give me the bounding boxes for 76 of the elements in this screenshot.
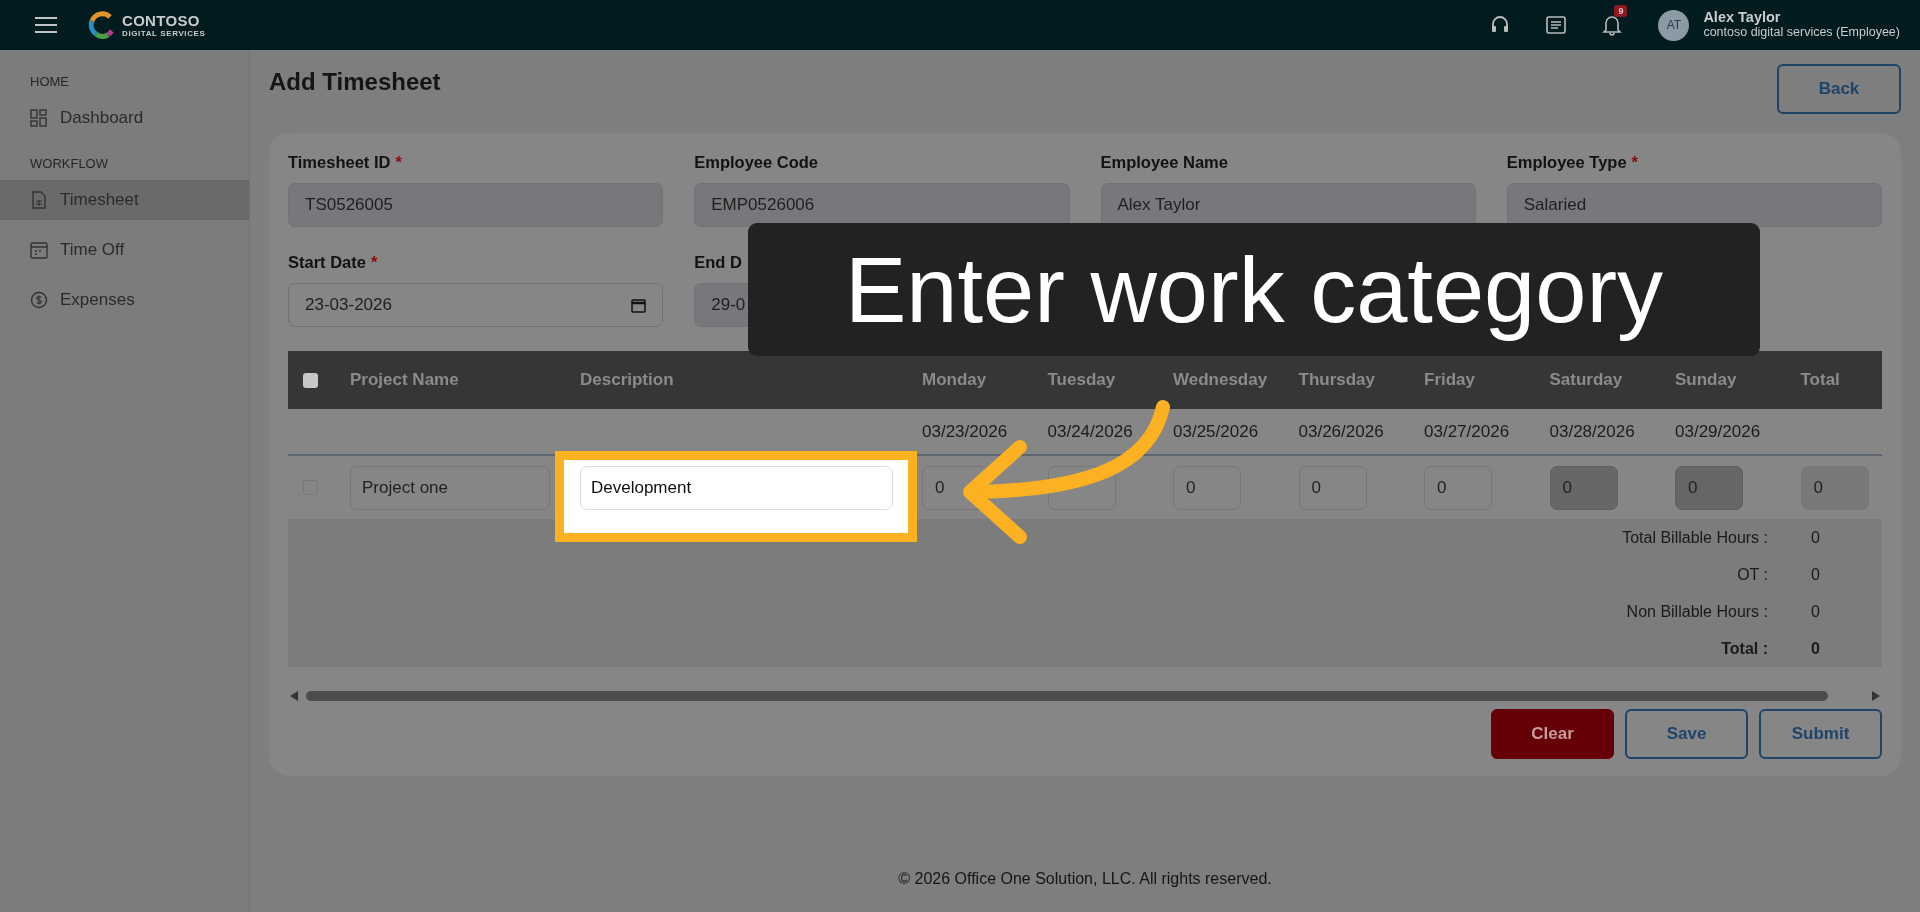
notification-badge: 9 <box>1614 5 1628 17</box>
hours-field[interactable]: 0 <box>1424 465 1492 510</box>
date-cell-text: 03/23/2026 <box>922 421 1009 442</box>
section-heading: WORKFLOW <box>29 155 109 173</box>
sidebar-item[interactable]: Timesheet <box>0 180 249 220</box>
user-name: Alex Taylor <box>1703 10 1782 27</box>
date-cell-text: 03/27/2026 <box>1424 421 1511 442</box>
summary-label: Total : <box>1720 639 1768 658</box>
field-label: Employee Type * <box>1506 153 1639 173</box>
scroll-left-icon[interactable] <box>290 691 298 701</box>
menu-icon[interactable] <box>34 16 58 34</box>
headset-icon[interactable] <box>1490 15 1511 35</box>
calendar-icon <box>30 241 48 259</box>
summary-label: Total Billable Hours : <box>1621 528 1768 547</box>
hours-field[interactable] <box>1047 465 1116 510</box>
summary-value: 0 <box>1810 565 1821 584</box>
tutorial-tooltip: Enter work category <box>748 223 1760 356</box>
message-icon[interactable] <box>1546 16 1567 34</box>
hours-field[interactable]: 0 <box>1298 465 1367 510</box>
page-title: Add Timesheet <box>269 68 441 96</box>
scroll-right-icon[interactable] <box>1872 691 1880 701</box>
date-cell-text: 03/29/2026 <box>1675 421 1762 442</box>
document-icon <box>30 191 48 209</box>
checkbox[interactable] <box>303 372 318 388</box>
summary-value: 0 <box>1810 639 1821 658</box>
dollar-icon <box>30 291 48 309</box>
bell-icon[interactable] <box>1602 14 1623 36</box>
column-header: Project Name <box>350 370 460 390</box>
hours-field[interactable]: 0 <box>1173 465 1241 510</box>
text-field[interactable]: TS0526005 <box>288 183 664 227</box>
date-cell-text: 03/24/2026 <box>1047 421 1134 442</box>
column-header: Saturday <box>1549 370 1624 390</box>
hours-field[interactable]: 0 <box>922 465 990 510</box>
column-header: Friday <box>1424 370 1477 390</box>
action-button[interactable]: Clear <box>1491 709 1614 759</box>
calendar-icon[interactable] <box>631 297 647 313</box>
summary-label: Non Billable Hours : <box>1625 602 1768 621</box>
brand-tagline: DIGITAL SERVICES <box>122 29 206 38</box>
project-field[interactable]: Project one <box>350 465 550 510</box>
date-cell-text: 03/25/2026 <box>1173 421 1260 442</box>
action-button[interactable]: Save <box>1625 709 1748 759</box>
field-label: Start Date * <box>288 253 379 273</box>
summary-value: 0 <box>1810 602 1821 621</box>
sidebar-item[interactable]: Expenses <box>0 280 249 320</box>
date-field[interactable]: 23-03-2026 <box>288 283 664 327</box>
column-header: Monday <box>922 370 988 390</box>
sidebar-item[interactable]: Time Off <box>0 230 249 270</box>
field-label: Employee Code <box>694 153 820 173</box>
copyright-text: © 2026 Office One Solution, LLC. All rights reserved. <box>897 870 1273 889</box>
date-cell-text: 03/26/2026 <box>1298 421 1385 442</box>
summary-value: 0 <box>1810 528 1821 547</box>
text-field[interactable]: Salaried <box>1506 183 1882 227</box>
back-button[interactable]: Back <box>1777 64 1901 114</box>
column-header: Description <box>580 370 675 390</box>
sidebar-item[interactable]: Dashboard <box>0 98 249 138</box>
scrollbar-thumb[interactable] <box>306 691 1828 701</box>
column-header: Thursday <box>1298 370 1377 390</box>
section-heading: HOME <box>29 73 70 91</box>
logo-icon <box>88 11 116 39</box>
dashboard-icon <box>30 109 48 127</box>
column-header: Wednesday <box>1173 370 1269 390</box>
user-avatar[interactable]: AT <box>1658 9 1690 41</box>
field-label: Timesheet ID * <box>288 153 403 173</box>
action-button[interactable]: Submit <box>1759 709 1882 759</box>
column-header: Sunday <box>1675 370 1738 390</box>
user-organization: contoso digital services (Employee) <box>1703 26 1900 40</box>
column-header: Total <box>1800 370 1841 390</box>
total-field: 0 <box>1800 465 1869 510</box>
description-field[interactable]: Development <box>580 465 893 510</box>
field-label: End D <box>694 253 743 273</box>
text-field[interactable]: EMP0526006 <box>694 183 1070 227</box>
field-label: Employee Name <box>1100 153 1229 173</box>
column-header: Tuesday <box>1047 370 1117 390</box>
date-cell-text: 03/28/2026 <box>1549 421 1636 442</box>
brand-name: CONTOSO <box>122 12 201 28</box>
summary-label: OT : <box>1736 565 1768 584</box>
